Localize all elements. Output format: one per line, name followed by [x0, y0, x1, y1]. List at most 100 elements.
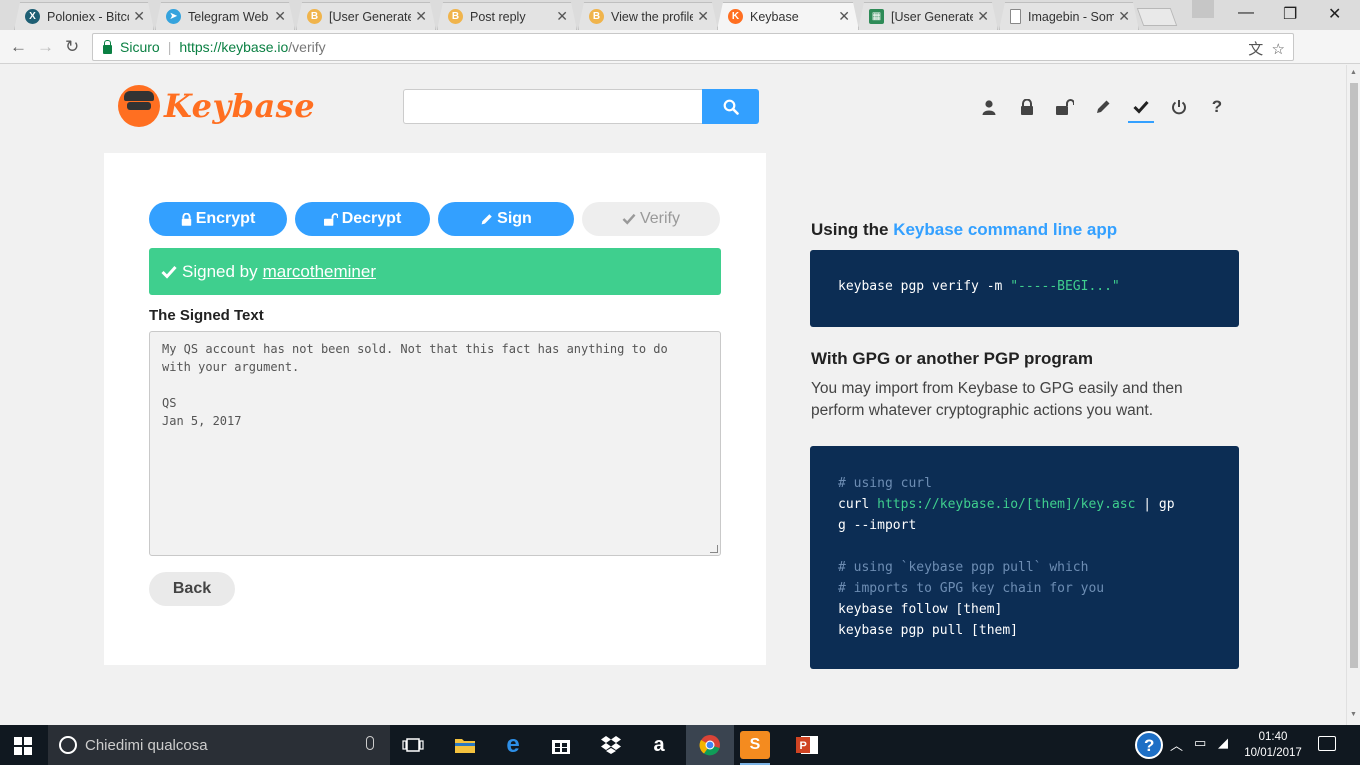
lock-icon: [1021, 99, 1033, 115]
reload-icon[interactable]: ↻: [65, 37, 79, 57]
address-bar[interactable]: Sicuro | https://keybase.io/verify 文 ☆: [92, 33, 1294, 61]
profile-nav[interactable]: [970, 92, 1008, 122]
minimize-icon[interactable]: —: [1238, 4, 1254, 22]
close-tab-icon[interactable]: ✕: [697, 8, 709, 25]
verify-nav[interactable]: [1122, 92, 1160, 123]
browser-toolbar: ← → ↻ Sicuro | https://keybase.io/verify…: [0, 30, 1360, 87]
bitcoin-forum-icon: B: [448, 9, 463, 24]
keybase-icon: K: [728, 9, 743, 24]
close-tab-icon[interactable]: ✕: [977, 8, 989, 25]
task-view-icon[interactable]: [398, 731, 428, 759]
cli-app-link[interactable]: Keybase command line app: [893, 220, 1117, 239]
browser-tab-strip: X Poloniex - Bitcoin✕ ➤ Telegram Web✕ B …: [0, 0, 1360, 30]
signed-text-area[interactable]: My QS account has not been sold. Not tha…: [149, 331, 721, 556]
bookmark-star-icon[interactable]: ☆: [1272, 41, 1285, 58]
profile-icon[interactable]: [1192, 0, 1214, 18]
telegram-icon: ➤: [166, 9, 181, 24]
scroll-thumb[interactable]: [1350, 83, 1358, 668]
gpg-heading: With GPG or another PGP program: [811, 349, 1093, 368]
svg-text:P: P: [800, 740, 807, 752]
scroll-down-arrow-icon[interactable]: ▼: [1350, 711, 1357, 718]
encrypt-tab[interactable]: Encrypt: [149, 202, 287, 236]
close-tab-icon[interactable]: ✕: [556, 8, 568, 25]
sign-tab[interactable]: Sign: [438, 202, 574, 236]
resize-handle[interactable]: [710, 545, 718, 553]
close-tab-icon[interactable]: ✕: [274, 8, 286, 25]
tab-post-reply[interactable]: B Post reply ✕: [437, 2, 577, 30]
forward-arrow-icon[interactable]: →: [37, 37, 54, 57]
close-tab-icon[interactable]: ✕: [133, 8, 145, 25]
powerpoint-icon[interactable]: P: [792, 731, 822, 759]
logout-nav[interactable]: [1160, 92, 1198, 122]
url-host: https://keybase.io: [179, 39, 289, 55]
windows-taskbar: Chiedimi qualcosa e a S P ? ︿ ▭ ◢ 01:40 …: [0, 725, 1360, 765]
cli-heading: Using the Keybase command line app: [811, 220, 1118, 239]
checkmark-icon: [622, 213, 636, 225]
tab-user-generated-2[interactable]: ▦ [User Generated]✕: [858, 2, 998, 30]
restore-icon[interactable]: ❐: [1283, 4, 1297, 24]
file-explorer-icon[interactable]: [450, 731, 480, 759]
close-tab-icon[interactable]: ✕: [415, 8, 427, 25]
windows-logo-icon: [14, 737, 32, 755]
translate-icon[interactable]: 文: [1248, 41, 1263, 58]
microphone-icon[interactable]: [366, 736, 374, 750]
page-icon: [1010, 9, 1021, 24]
divider: |: [167, 39, 172, 55]
svg-text:?: ?: [1144, 736, 1154, 755]
checkmark-icon: [161, 265, 177, 279]
help-tray-icon[interactable]: ?: [1134, 730, 1164, 763]
tab-keybase[interactable]: K Keybase ✕: [717, 2, 859, 30]
dropbox-icon[interactable]: [596, 731, 626, 759]
windows-start-button[interactable]: [14, 737, 32, 760]
gpg-code-block: # using curl curl https://keybase.io/[th…: [810, 446, 1239, 669]
page-scrollbar[interactable]: ▲ ▼: [1346, 65, 1360, 725]
search-input[interactable]: [403, 89, 703, 124]
system-clock[interactable]: 01:40 10/01/2017: [1240, 729, 1306, 761]
top-nav: ?: [970, 92, 1236, 123]
window-close-icon[interactable]: ✕: [1328, 4, 1341, 24]
checkmark-icon: [1133, 100, 1149, 114]
search-button[interactable]: [702, 89, 759, 124]
sign-nav[interactable]: [1084, 92, 1122, 122]
battery-icon[interactable]: ▭: [1194, 735, 1206, 751]
chrome-taskbar-icon[interactable]: [686, 725, 734, 765]
back-arrow-icon[interactable]: ←: [10, 37, 27, 57]
tab-telegram[interactable]: ➤ Telegram Web ✕: [155, 2, 295, 30]
search-icon: [723, 99, 739, 115]
cli-command-block: keybase pgp verify -m "-----BEGI...": [810, 250, 1239, 327]
pencil-icon: [480, 213, 493, 226]
pencil-icon: [1097, 100, 1110, 113]
lock-icon: [181, 212, 192, 226]
bitcoin-forum-icon: B: [589, 9, 604, 24]
amazon-icon[interactable]: a: [644, 731, 674, 759]
page-content: Keybase ? Encrypt Decrypt Sign Verify Si…: [0, 65, 1346, 725]
new-tab-button[interactable]: [1136, 8, 1178, 26]
keybase-logo[interactable]: Keybase: [118, 85, 315, 127]
verify-tab[interactable]: Verify: [582, 202, 720, 236]
wifi-icon[interactable]: ◢: [1218, 735, 1228, 751]
action-center-icon[interactable]: [1318, 736, 1336, 751]
skype-icon[interactable]: S: [740, 731, 770, 765]
close-tab-icon[interactable]: ✕: [838, 8, 850, 25]
gpg-paragraph: You may import from Keybase to GPG easil…: [811, 380, 1183, 419]
edge-browser-icon[interactable]: e: [498, 731, 528, 759]
store-icon[interactable]: [546, 731, 576, 759]
signer-link[interactable]: marcotheminer: [263, 262, 376, 282]
back-button[interactable]: Back: [149, 572, 235, 606]
help-nav[interactable]: ?: [1198, 92, 1236, 122]
unlock-icon: [1056, 99, 1074, 115]
encrypt-nav[interactable]: [1008, 92, 1046, 122]
decrypt-nav[interactable]: [1046, 92, 1084, 122]
tab-imagebin[interactable]: Imagebin - Some ✕: [999, 2, 1139, 30]
cortana-search-box[interactable]: Chiedimi qualcosa: [48, 725, 390, 765]
signature-verified-banner: Signed by marcotheminer: [149, 248, 721, 295]
unlock-icon: [323, 212, 338, 226]
decrypt-tab[interactable]: Decrypt: [295, 202, 430, 236]
secure-indicator[interactable]: Sicuro: [103, 39, 160, 55]
scroll-up-arrow-icon[interactable]: ▲: [1350, 69, 1357, 76]
chevron-up-icon[interactable]: ︿: [1170, 735, 1183, 754]
close-tab-icon[interactable]: ✕: [1118, 8, 1130, 25]
tab-poloniex[interactable]: X Poloniex - Bitcoin✕: [14, 2, 154, 30]
tab-user-generated[interactable]: B [User Generated]✕: [296, 2, 436, 30]
tab-view-profile[interactable]: B View the profile ✕: [578, 2, 718, 30]
